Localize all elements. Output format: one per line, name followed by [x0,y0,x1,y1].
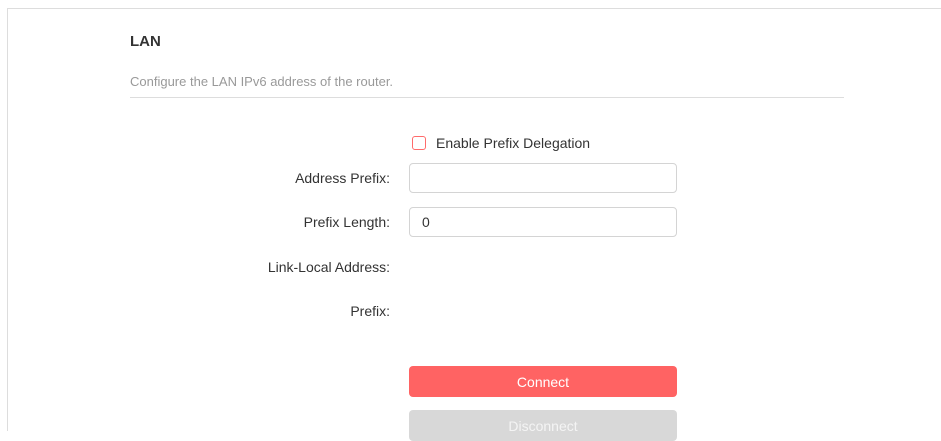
section-description: Configure the LAN IPv6 address of the ro… [130,74,394,89]
section-divider [130,97,844,98]
prefix-length-input[interactable] [409,207,677,237]
disconnect-button[interactable]: Disconnect [409,410,677,441]
lan-settings-panel: LAN Configure the LAN IPv6 address of th… [7,8,941,441]
prefix-length-label: Prefix Length: [303,214,390,230]
prefix-delegation-checkbox[interactable] [412,136,426,150]
prefix-delegation-label: Enable Prefix Delegation [436,135,591,151]
prefix-label: Prefix: [350,303,390,319]
address-prefix-input[interactable] [409,163,677,193]
connect-button[interactable]: Connect [409,366,677,397]
section-title: LAN [130,33,161,50]
address-prefix-label: Address Prefix: [295,170,390,186]
prefix-delegation-toggle[interactable]: Enable Prefix Delegation [412,134,590,152]
link-local-address-label: Link-Local Address: [267,259,390,275]
